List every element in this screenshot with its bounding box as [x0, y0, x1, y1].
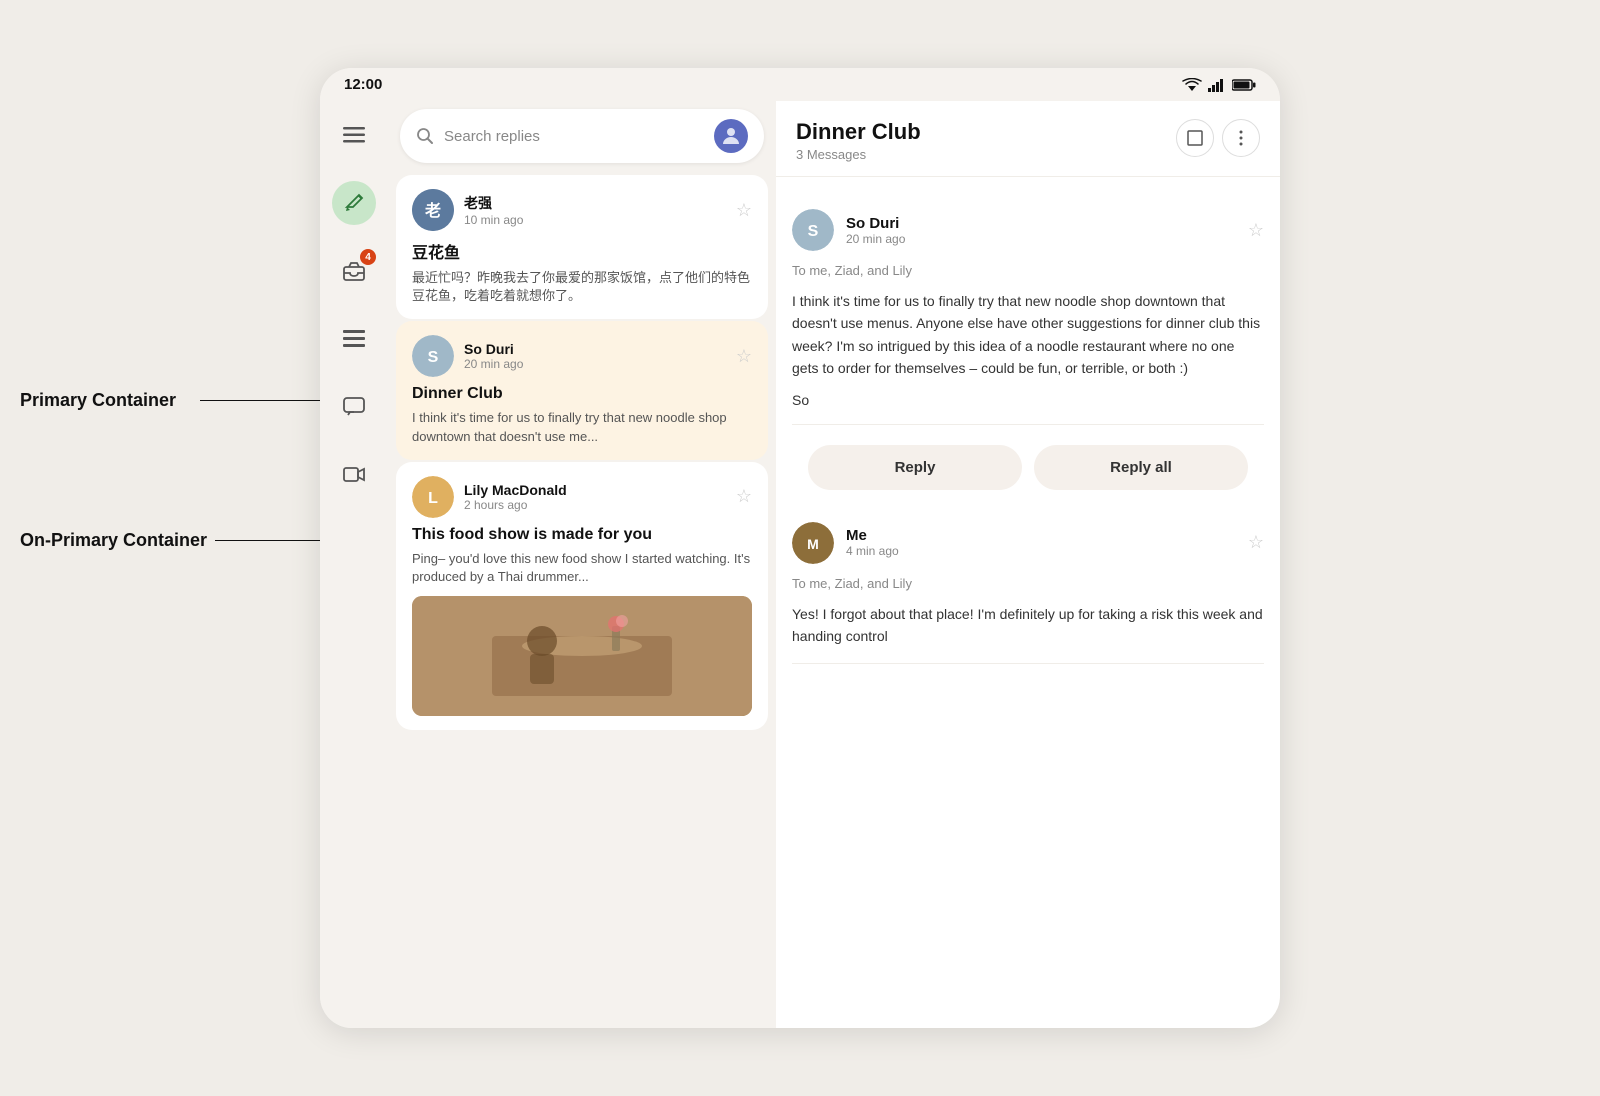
message-item-2: M Me 4 min ago ☆ To me, Ziad, and Lily Y… [792, 506, 1264, 665]
status-bar: 12:00 [320, 68, 1280, 101]
sender-name-2: So Duri [464, 341, 726, 357]
inbox-badge: 4 [360, 249, 376, 265]
preview-3: Ping– you'd love this new food show I st… [412, 550, 752, 586]
sidebar: 4 [320, 101, 388, 1028]
primary-container-line [200, 400, 340, 401]
sidebar-video-icon[interactable] [332, 453, 376, 497]
preview-2: I think it's time for us to finally try … [412, 409, 752, 445]
subject-1: 豆花鱼 [412, 239, 752, 263]
device-frame: 12:00 [320, 68, 1280, 1028]
msg-sig-1: So [792, 392, 1264, 408]
email-detail-panel: Dinner Club 3 Messages [776, 101, 1280, 1028]
battery-icon [1232, 79, 1256, 91]
svg-text:S: S [428, 349, 439, 366]
msg-sender-1: So Duri 20 min ago [846, 215, 1236, 246]
svg-text:M: M [807, 536, 819, 552]
email-list-panel: Search replies [388, 101, 776, 1028]
time-3: 2 hours ago [464, 498, 726, 512]
signal-icon [1208, 78, 1226, 92]
sidebar-compose-icon[interactable] [332, 181, 376, 225]
sender-name-3: Lily MacDonald [464, 482, 726, 498]
email-meta-1: 老强 10 min ago [464, 193, 726, 227]
detail-count: 3 Messages [796, 147, 921, 162]
email-meta-2: So Duri 20 min ago [464, 341, 726, 371]
msg-to-2: To me, Ziad, and Lily [792, 576, 1264, 591]
search-icon [416, 127, 434, 145]
on-primary-label: On-Primary Container [20, 530, 207, 551]
msg-avatar-me: M [792, 522, 834, 564]
svg-text:老: 老 [424, 201, 441, 220]
messages-list: S So Duri 20 min ago ☆ To me, Ziad, and … [776, 177, 1280, 1028]
email-list: 老 老强 10 min ago ☆ 豆花鱼 最近忙吗？昨晚我去了你最爱的那家饭馆… [388, 175, 776, 1028]
detail-title: Dinner Club [796, 119, 921, 145]
msg-avatar-so-duri: S [792, 209, 834, 251]
wifi-icon [1182, 78, 1202, 92]
sidebar-chat-icon[interactable] [332, 385, 376, 429]
msg-time-1: 20 min ago [846, 232, 1236, 246]
sidebar-list-icon[interactable] [332, 317, 376, 361]
email-item-3[interactable]: L Lily MacDonald 2 hours ago ☆ This food… [396, 462, 768, 730]
msg-sender-2: Me 4 min ago [846, 527, 1236, 558]
msg-body-2: Yes! I forgot about that place! I'm defi… [792, 603, 1264, 648]
time-2: 20 min ago [464, 357, 726, 371]
reply-all-button[interactable]: Reply all [1034, 445, 1248, 490]
email-item-1[interactable]: 老 老强 10 min ago ☆ 豆花鱼 最近忙吗？昨晚我去了你最爱的那家饭馆… [396, 175, 768, 319]
msg-sender-name-1: So Duri [846, 215, 1236, 232]
detail-expand-btn[interactable] [1176, 119, 1214, 157]
avatar-lao-qiang: 老 [412, 189, 454, 231]
avatar-lily: L [412, 476, 454, 518]
star-2[interactable]: ☆ [736, 346, 752, 367]
sidebar-inbox-icon[interactable]: 4 [332, 249, 376, 293]
reply-button[interactable]: Reply [808, 445, 1022, 490]
detail-header: Dinner Club 3 Messages [776, 101, 1280, 177]
user-avatar[interactable] [714, 119, 748, 153]
main-content: 4 [320, 101, 1280, 1028]
subject-3: This food show is made for you [412, 526, 752, 544]
search-bar[interactable]: Search replies [400, 109, 764, 163]
message-item-1: S So Duri 20 min ago ☆ To me, Ziad, and … [792, 193, 1264, 425]
star-3[interactable]: ☆ [736, 486, 752, 507]
msg-to-1: To me, Ziad, and Lily [792, 263, 1264, 278]
detail-more-btn[interactable] [1222, 119, 1260, 157]
preview-1: 最近忙吗？昨晚我去了你最爱的那家饭馆，点了他们的特色豆花鱼，吃着吃着就想你了。 [412, 269, 752, 305]
detail-actions [1176, 119, 1260, 157]
svg-text:L: L [428, 490, 438, 507]
avatar-so-duri: S [412, 335, 454, 377]
sender-name-1: 老强 [464, 193, 726, 213]
primary-container-label: Primary Container [20, 390, 176, 411]
msg-time-2: 4 min ago [846, 544, 1236, 558]
search-placeholder: Search replies [444, 128, 704, 145]
msg-body-1: I think it's time for us to finally try … [792, 290, 1264, 380]
email-item-2[interactable]: S So Duri 20 min ago ☆ Dinner Club I thi… [396, 321, 768, 459]
detail-title-area: Dinner Club 3 Messages [796, 119, 921, 162]
msg-star-1[interactable]: ☆ [1248, 220, 1264, 241]
star-1[interactable]: ☆ [736, 200, 752, 221]
status-time: 12:00 [344, 76, 382, 93]
email-meta-3: Lily MacDonald 2 hours ago [464, 482, 726, 512]
page-wrapper: Primary Container On-Primary Container 1… [0, 0, 1600, 1096]
msg-star-2[interactable]: ☆ [1248, 532, 1264, 553]
time-1: 10 min ago [464, 213, 726, 227]
email-image-3 [412, 596, 752, 716]
reply-actions: Reply Reply all [792, 429, 1264, 506]
svg-text:S: S [808, 223, 819, 240]
msg-sender-name-2: Me [846, 527, 1236, 544]
subject-2: Dinner Club [412, 385, 752, 403]
sidebar-menu-icon[interactable] [332, 113, 376, 157]
status-icons [1182, 78, 1256, 92]
